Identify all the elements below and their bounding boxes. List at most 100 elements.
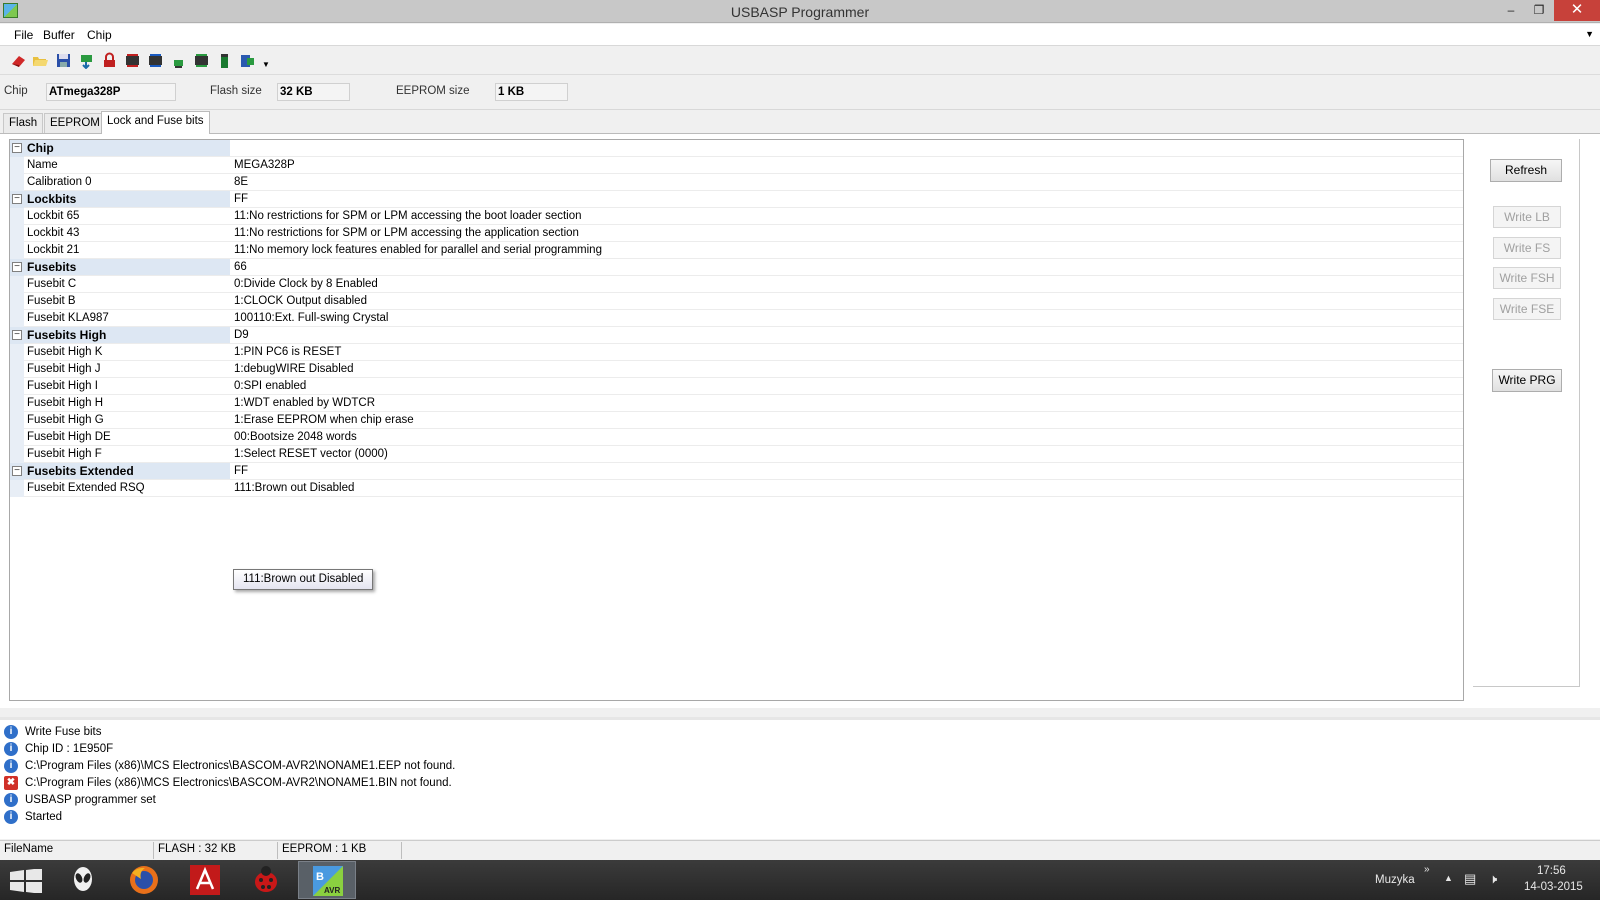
clock-date[interactable]: 14-03-2015 — [1524, 881, 1583, 893]
property-name: Fusebit B — [27, 295, 76, 307]
collapse-icon[interactable]: − — [12, 330, 22, 340]
property-row[interactable]: Fusebit High F 1:Select RESET vector (000… — [10, 446, 1463, 463]
property-row[interactable]: Lockbit 43 11:No restrictions for SPM or … — [10, 225, 1463, 242]
refresh-button[interactable]: Refresh — [1490, 159, 1562, 182]
row-gutter — [10, 208, 24, 225]
taskbar-toolbar-label[interactable]: Muzyka — [1375, 874, 1415, 886]
log-entry: i USBASP programmer set — [4, 792, 704, 809]
tab-lock-and-fuse-bits[interactable]: Lock and Fuse bits — [101, 111, 210, 134]
tab-eeprom[interactable]: EEPROM — [44, 113, 106, 133]
property-grid: − Chip Name MEGA328P Calibration 0 8E − Lockbit… — [9, 139, 1464, 701]
property-category-row[interactable]: − Fusebits High D9 — [10, 327, 1463, 344]
erase-icon[interactable] — [10, 52, 27, 69]
property-value[interactable]: 00:Bootsize 2048 words — [234, 431, 357, 443]
open-folder-icon[interactable] — [32, 52, 49, 69]
property-row[interactable]: Calibration 0 8E — [10, 174, 1463, 191]
minimize-button[interactable]: – — [1496, 0, 1526, 21]
chip-vertical-icon[interactable] — [216, 52, 233, 69]
property-name: Fusebit High I — [27, 380, 98, 392]
bascom-avr-icon[interactable]: B AVR — [298, 861, 356, 899]
network-icon[interactable]: ▤ — [1464, 871, 1476, 887]
action-button-panel: Refresh Write LB Write FS Write FSH Writ… — [1473, 139, 1580, 687]
property-row[interactable]: Fusebit High H 1:WDT enabled by WDTCR — [10, 395, 1463, 412]
write-fse-button[interactable]: Write FSE — [1493, 298, 1561, 320]
property-value[interactable]: 0:SPI enabled — [234, 380, 306, 392]
property-value[interactable]: 11:No restrictions for SPM or LPM access… — [234, 227, 579, 239]
property-category-row[interactable]: − Fusebits Extended FF — [10, 463, 1463, 480]
property-value[interactable]: 66 — [234, 261, 247, 273]
tab-flash[interactable]: Flash — [3, 113, 44, 133]
property-value[interactable]: 111:Brown out Disabled — [234, 482, 354, 494]
property-value[interactable]: 1:WDT enabled by WDTCR — [234, 397, 375, 409]
collapse-icon[interactable]: − — [12, 262, 22, 272]
acrobat-icon[interactable] — [176, 861, 234, 899]
property-value[interactable]: FF — [234, 465, 248, 477]
write-fsh-button[interactable]: Write FSH — [1493, 267, 1561, 289]
property-row[interactable]: Fusebit High K 1:PIN PC6 is RESET — [10, 344, 1463, 361]
property-category-row[interactable]: − Lockbits FF — [10, 191, 1463, 208]
info-icon: i — [4, 793, 18, 807]
property-row[interactable]: Lockbit 21 11:No memory lock features ena… — [10, 242, 1463, 259]
collapse-icon[interactable]: − — [12, 466, 22, 476]
close-button[interactable]: ✕ — [1554, 0, 1600, 21]
write-prg-button[interactable]: Write PRG — [1492, 369, 1562, 392]
property-value[interactable]: 1:CLOCK Output disabled — [234, 295, 367, 307]
property-value[interactable]: 1:debugWIRE Disabled — [234, 363, 354, 375]
toolbar-dropdown-icon[interactable]: ▼ — [262, 60, 270, 69]
collapse-icon[interactable]: − — [12, 143, 22, 153]
toolbar-expand-icon[interactable]: » — [1424, 864, 1430, 875]
property-row[interactable]: Fusebit High J 1:debugWIRE Disabled — [10, 361, 1463, 378]
menu-chip[interactable]: Chip — [87, 28, 112, 42]
clock-time[interactable]: 17:56 — [1537, 865, 1566, 877]
property-value[interactable]: FF — [234, 193, 248, 205]
write-lb-button[interactable]: Write LB — [1493, 206, 1561, 228]
ladybug-app-icon[interactable] — [237, 861, 295, 899]
property-row[interactable]: Lockbit 65 11:No restrictions for SPM or … — [10, 208, 1463, 225]
windows-start-icon[interactable] — [8, 868, 44, 894]
menu-buffer[interactable]: Buffer — [43, 28, 75, 42]
property-category-row[interactable]: − Fusebits 66 — [10, 259, 1463, 276]
row-gutter: − — [10, 327, 24, 344]
property-value[interactable]: 100110:Ext. Full-swing Crystal — [234, 312, 388, 324]
window-title: USBASP Programmer — [730, 4, 870, 20]
chip-program-icon[interactable] — [124, 52, 141, 69]
menu-file[interactable]: File — [14, 28, 33, 42]
chip-small-icon[interactable] — [170, 52, 187, 69]
restore-button[interactable]: ❐ — [1524, 0, 1554, 21]
tray-overflow-icon[interactable]: ▲ — [1444, 873, 1453, 883]
row-gutter — [10, 310, 24, 327]
chip-info-row: Chip ATmega328P Flash size 32 KB EEPROM … — [0, 76, 1600, 110]
read-chip-icon[interactable] — [78, 52, 95, 69]
property-value[interactable]: 11:No restrictions for SPM or LPM access… — [234, 210, 582, 222]
chip-verify-icon[interactable] — [147, 52, 164, 69]
write-fs-button[interactable]: Write FS — [1493, 237, 1561, 259]
property-row[interactable]: Fusebit C 0:Divide Clock by 8 Enabled — [10, 276, 1463, 293]
property-value[interactable]: 0:Divide Clock by 8 Enabled — [234, 278, 378, 290]
chevron-down-icon[interactable]: ▼ — [1585, 29, 1594, 39]
property-value[interactable]: 1:PIN PC6 is RESET — [234, 346, 341, 358]
property-value[interactable]: MEGA328P — [234, 159, 295, 171]
property-row[interactable]: Fusebit High I 0:SPI enabled — [10, 378, 1463, 395]
property-value[interactable]: D9 — [234, 329, 249, 341]
alien-app-icon[interactable] — [54, 861, 112, 899]
property-row[interactable]: Fusebit B 1:CLOCK Output disabled — [10, 293, 1463, 310]
chip-blank-check-icon[interactable] — [193, 52, 210, 69]
volume-icon[interactable]: 🕨 — [1489, 871, 1497, 887]
property-name: Fusebit Extended RSQ — [27, 482, 145, 494]
property-row[interactable]: Fusebit Extended RSQ 111:Brown out Disabl… — [10, 480, 1463, 497]
property-value[interactable]: 11:No memory lock features enabled for p… — [234, 244, 602, 256]
collapse-icon[interactable]: − — [12, 194, 22, 204]
property-value[interactable]: 8E — [234, 176, 248, 188]
save-icon[interactable] — [55, 52, 72, 69]
property-category-row[interactable]: − Chip — [10, 140, 1463, 157]
programmer-settings-icon[interactable] — [239, 52, 256, 69]
lock-icon[interactable] — [101, 52, 118, 69]
property-row[interactable]: Name MEGA328P — [10, 157, 1463, 174]
firefox-icon[interactable] — [115, 861, 173, 899]
property-row[interactable]: Fusebit High G 1:Erase EEPROM when chip e… — [10, 412, 1463, 429]
property-row[interactable]: Fusebit KLA987 100110:Ext. Full-swing Cry… — [10, 310, 1463, 327]
property-value[interactable]: 1:Erase EEPROM when chip erase — [234, 414, 414, 426]
property-row[interactable]: Fusebit High DE 00:Bootsize 2048 words — [10, 429, 1463, 446]
row-gutter — [10, 412, 24, 429]
property-value[interactable]: 1:Select RESET vector (0000) — [234, 448, 388, 460]
